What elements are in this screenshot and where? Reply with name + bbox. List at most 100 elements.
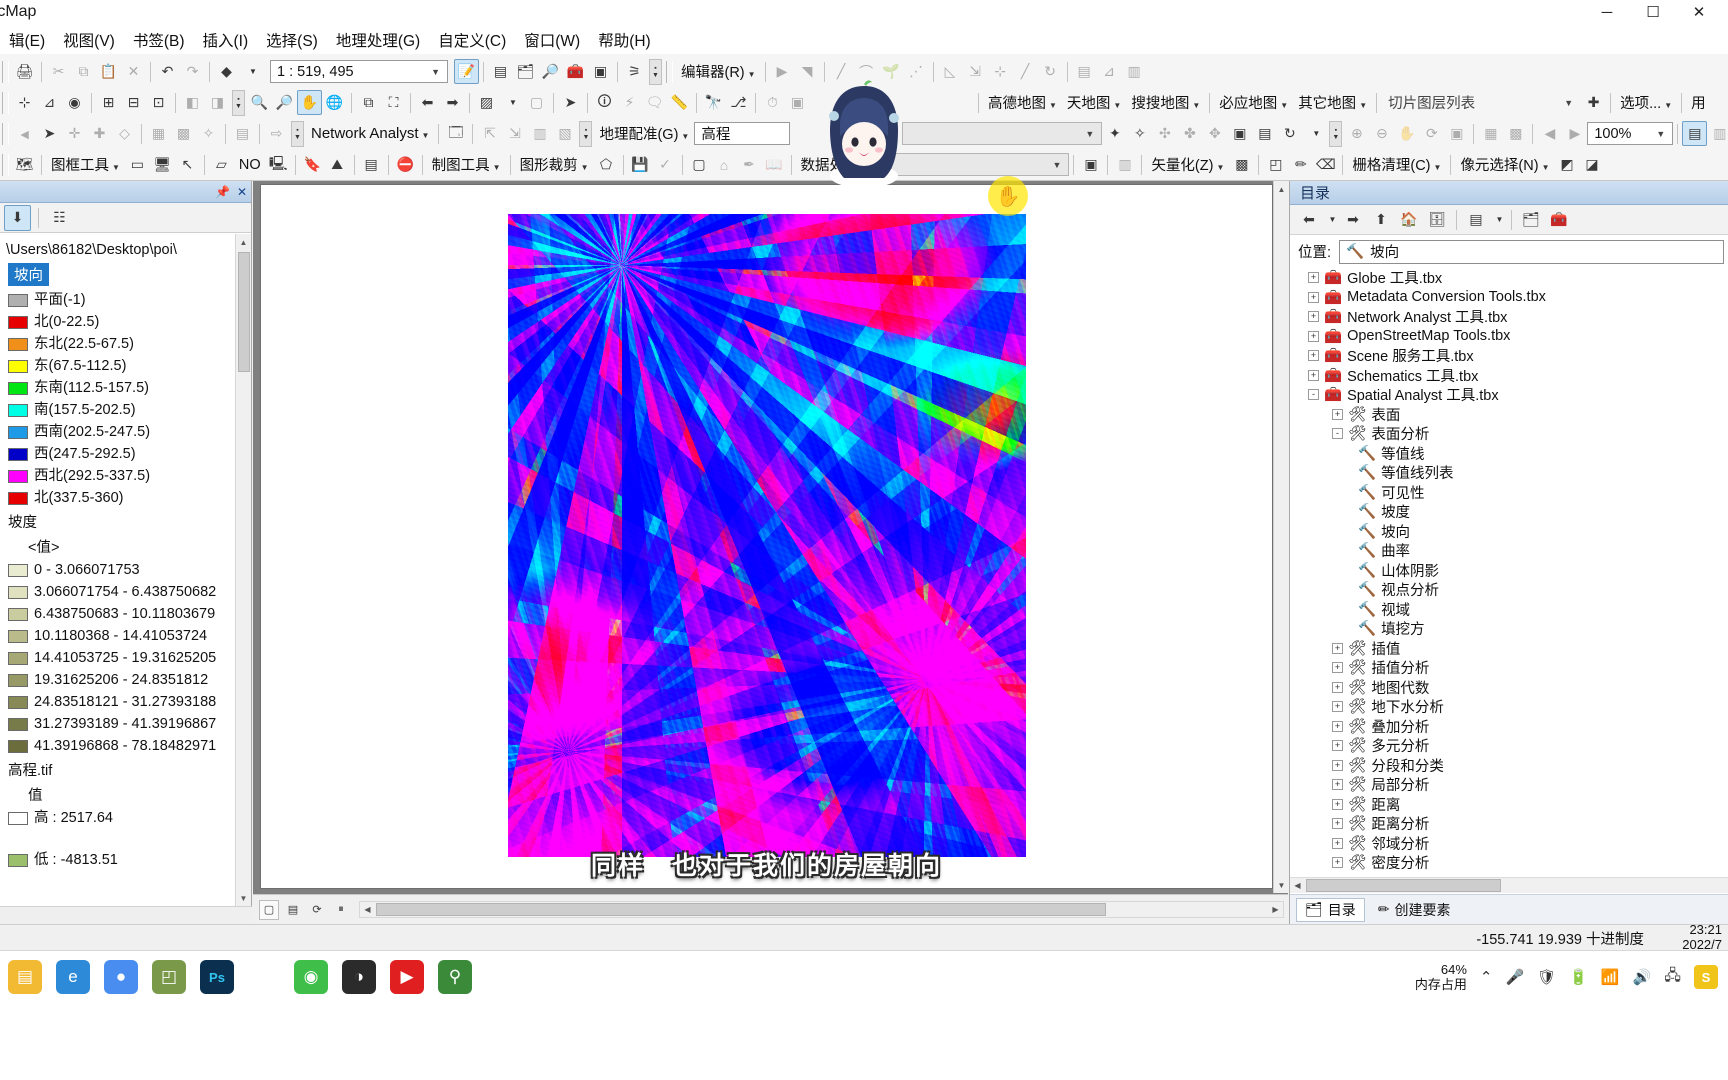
zoom-in-box-icon[interactable]: ⊹ bbox=[12, 90, 37, 115]
othermap-menu[interactable]: 其它地图 ▼ bbox=[1293, 90, 1372, 115]
map-horizontal-scrollbar[interactable]: ◀ ▶ bbox=[359, 901, 1284, 918]
scroll-left-icon[interactable]: ◀ bbox=[360, 902, 375, 917]
tree-node-density-analysis[interactable]: + 🛠 密度分析 bbox=[1290, 853, 1728, 871]
print-icon[interactable]: 🖨 bbox=[12, 59, 37, 84]
pixel-select-menu[interactable]: 像元选择(N) ▼ bbox=[1455, 152, 1554, 177]
search-app-icon[interactable]: ⚲ bbox=[438, 960, 472, 994]
legend-item[interactable]: 西(247.5-292.5) bbox=[4, 443, 235, 465]
tree-node-openstreetmap-tools[interactable]: + 🧰 OpenStreetMap Tools.tbx bbox=[1290, 327, 1728, 347]
menu-window[interactable]: 窗口(W) bbox=[515, 26, 589, 54]
tree-node-local-analysis[interactable]: + 🛠 局部分析 bbox=[1290, 775, 1728, 795]
eff-grid2-icon[interactable]: ▩ bbox=[1503, 121, 1528, 146]
pixel-tool1-icon[interactable]: ◩ bbox=[1555, 152, 1580, 177]
mapping-grip[interactable] bbox=[2, 153, 9, 176]
toc-layer-slope[interactable]: 坡度 bbox=[4, 509, 235, 534]
legend-item[interactable]: 31.27393189 - 41.39196867 bbox=[4, 713, 235, 735]
editor-menu[interactable]: 编辑器(R) ▼ bbox=[676, 59, 761, 84]
toolbar-overflow-handle[interactable]: ▪ ▼ bbox=[649, 58, 662, 85]
zoom-in-icon[interactable]: 🔍 bbox=[247, 90, 272, 115]
up-one-level-icon[interactable]: ⬆ bbox=[1368, 207, 1394, 232]
frame-tools-menu[interactable]: 图框工具 ▼ bbox=[46, 152, 125, 177]
scroll-left-icon[interactable]: ◀ bbox=[1290, 878, 1305, 893]
sketch-properties-icon[interactable]: ⊿ bbox=[1097, 59, 1122, 84]
search-window-icon[interactable]: 🔎 bbox=[538, 59, 563, 84]
na-table1-icon[interactable]: ▦ bbox=[146, 121, 171, 146]
toc-layer-dem[interactable]: 高程.tif bbox=[4, 757, 235, 782]
tree-node-contour[interactable]: 🔨 等值线 bbox=[1290, 444, 1728, 464]
expander-icon[interactable]: + bbox=[1332, 798, 1343, 810]
tile-add-icon[interactable]: ✚ bbox=[1581, 90, 1606, 115]
legend-item[interactable]: 低 : -4813.51 bbox=[4, 849, 235, 871]
tree-node-multivariate[interactable]: + 🛠 多元分析 bbox=[1290, 736, 1728, 756]
raster-empty-combo[interactable]: ▼ bbox=[891, 153, 1070, 176]
menu-customize[interactable]: 自定义(C) bbox=[429, 26, 515, 54]
georef-add-link2-icon[interactable]: ✧ bbox=[1127, 121, 1152, 146]
tree-node-neighborhood-analysis[interactable]: + 🛠 邻域分析 bbox=[1290, 834, 1728, 854]
select-elements-icon[interactable]: ➤ bbox=[558, 90, 583, 115]
tree-node-visibility[interactable]: 🔨 可见性 bbox=[1290, 483, 1728, 503]
na-table2-icon[interactable]: ▩ bbox=[171, 121, 196, 146]
expander-icon[interactable]: + bbox=[1332, 740, 1343, 752]
default-geodatabase-icon[interactable]: 🗄 bbox=[1424, 207, 1450, 232]
toolboxes-icon[interactable]: 🧰 bbox=[1546, 207, 1572, 232]
legend-item[interactable]: 平面(-1) bbox=[4, 289, 235, 311]
copy-icon[interactable]: ⧉ bbox=[71, 59, 96, 84]
tile-layer-chevron-icon[interactable]: ▼ bbox=[1559, 98, 1578, 108]
tools-grip[interactable] bbox=[2, 91, 9, 114]
blank-page-icon[interactable]: ▢ bbox=[687, 152, 712, 177]
chevron-down-icon[interactable]: ▼ bbox=[1651, 129, 1670, 139]
new-shape-icon[interactable]: ▱ bbox=[209, 152, 234, 177]
tree-node-network-analyst-tools[interactable]: + 🧰 Network Analyst 工具.tbx bbox=[1290, 307, 1728, 327]
connect-folder-icon[interactable]: 🗂 bbox=[1518, 207, 1544, 232]
refresh-view-button[interactable]: ⟳ bbox=[307, 900, 327, 920]
zoom-fixed-out-icon[interactable]: ⊟ bbox=[121, 90, 146, 115]
list-by-source-icon[interactable]: ☷ bbox=[46, 205, 73, 231]
next-extent-icon[interactable]: ➡ bbox=[440, 90, 465, 115]
expander-icon[interactable]: + bbox=[1332, 857, 1343, 869]
page-layout-icon[interactable]: ▤ bbox=[1682, 121, 1708, 146]
chrome-icon[interactable]: ● bbox=[104, 960, 138, 994]
bilibili-icon[interactable]: ◑ bbox=[342, 960, 376, 994]
find-route-icon[interactable]: ⎇ bbox=[726, 90, 751, 115]
graphic-clip-menu[interactable]: 图形裁剪 ▼ bbox=[515, 152, 594, 177]
georef-reset-icon[interactable]: ↻ bbox=[1277, 121, 1302, 146]
legend-item[interactable]: 19.31625206 - 24.8351812 bbox=[4, 669, 235, 691]
sprout-icon[interactable]: 🌱 bbox=[879, 59, 904, 84]
hyperlink-icon[interactable]: ⚡ bbox=[617, 90, 642, 115]
menu-help[interactable]: 帮助(H) bbox=[589, 26, 660, 54]
legend-item[interactable]: 北(337.5-360) bbox=[4, 487, 235, 509]
trace-icon[interactable]: ⋰ bbox=[904, 59, 929, 84]
scroll-thumb[interactable] bbox=[1306, 879, 1501, 892]
eff-extent-icon[interactable]: ▣ bbox=[1444, 121, 1469, 146]
python-window-icon[interactable]: ▣ bbox=[588, 59, 613, 84]
scroll-up-icon[interactable]: ▲ bbox=[1274, 181, 1289, 197]
full-extent-icon[interactable]: ⊡ bbox=[146, 90, 171, 115]
home-icon[interactable]: 🏠 bbox=[1396, 207, 1422, 232]
rectangle-frame-icon[interactable]: ▭ bbox=[125, 152, 150, 177]
expander-icon[interactable]: + bbox=[1332, 818, 1343, 830]
dataproc-overflow-handle[interactable]: ▪ ▼ bbox=[876, 151, 890, 178]
shield-icon[interactable]: 🛡 bbox=[1537, 968, 1556, 986]
html-popup-icon[interactable]: 🗨 bbox=[642, 90, 667, 115]
cartography-tools-menu[interactable]: 制图工具 ▼ bbox=[427, 152, 506, 177]
na-route-icon[interactable]: ◇ bbox=[112, 121, 137, 146]
attributes-icon[interactable]: ▤ bbox=[1072, 59, 1097, 84]
battery-icon[interactable]: 🔋 bbox=[1569, 968, 1588, 986]
back-dropdown-icon[interactable]: ▼ bbox=[1324, 207, 1338, 232]
measure-edit-icon[interactable]: ╱ bbox=[1013, 59, 1038, 84]
layout-vertical-scrollbar[interactable]: ▲ ▼ bbox=[1273, 181, 1289, 893]
tree-node-groundwater[interactable]: + 🛠 地下水分析 bbox=[1290, 697, 1728, 717]
arcmap-icon[interactable]: ◰ bbox=[152, 960, 186, 994]
pixel-tool2-icon[interactable]: ◪ bbox=[1580, 152, 1605, 177]
legend-item[interactable]: 14.41053725 - 19.31625205 bbox=[4, 647, 235, 669]
tree-node-overlay-analysis[interactable]: + 🛠 叠加分析 bbox=[1290, 717, 1728, 737]
find-icon[interactable]: 🔭 bbox=[701, 90, 726, 115]
editor-toolbar-grip[interactable] bbox=[666, 60, 673, 83]
expander-icon[interactable]: + bbox=[1308, 311, 1319, 323]
georef-reset-dropdown-icon[interactable]: ▼ bbox=[1302, 121, 1327, 146]
na-grid-icon[interactable]: ▥ bbox=[527, 121, 552, 146]
legend-item[interactable]: 东南(112.5-157.5) bbox=[4, 377, 235, 399]
tree-node-map-algebra[interactable]: + 🛠 地图代数 bbox=[1290, 678, 1728, 698]
create-viewer-icon[interactable]: ▣ bbox=[785, 90, 810, 115]
cut-icon[interactable]: ✂ bbox=[46, 59, 71, 84]
